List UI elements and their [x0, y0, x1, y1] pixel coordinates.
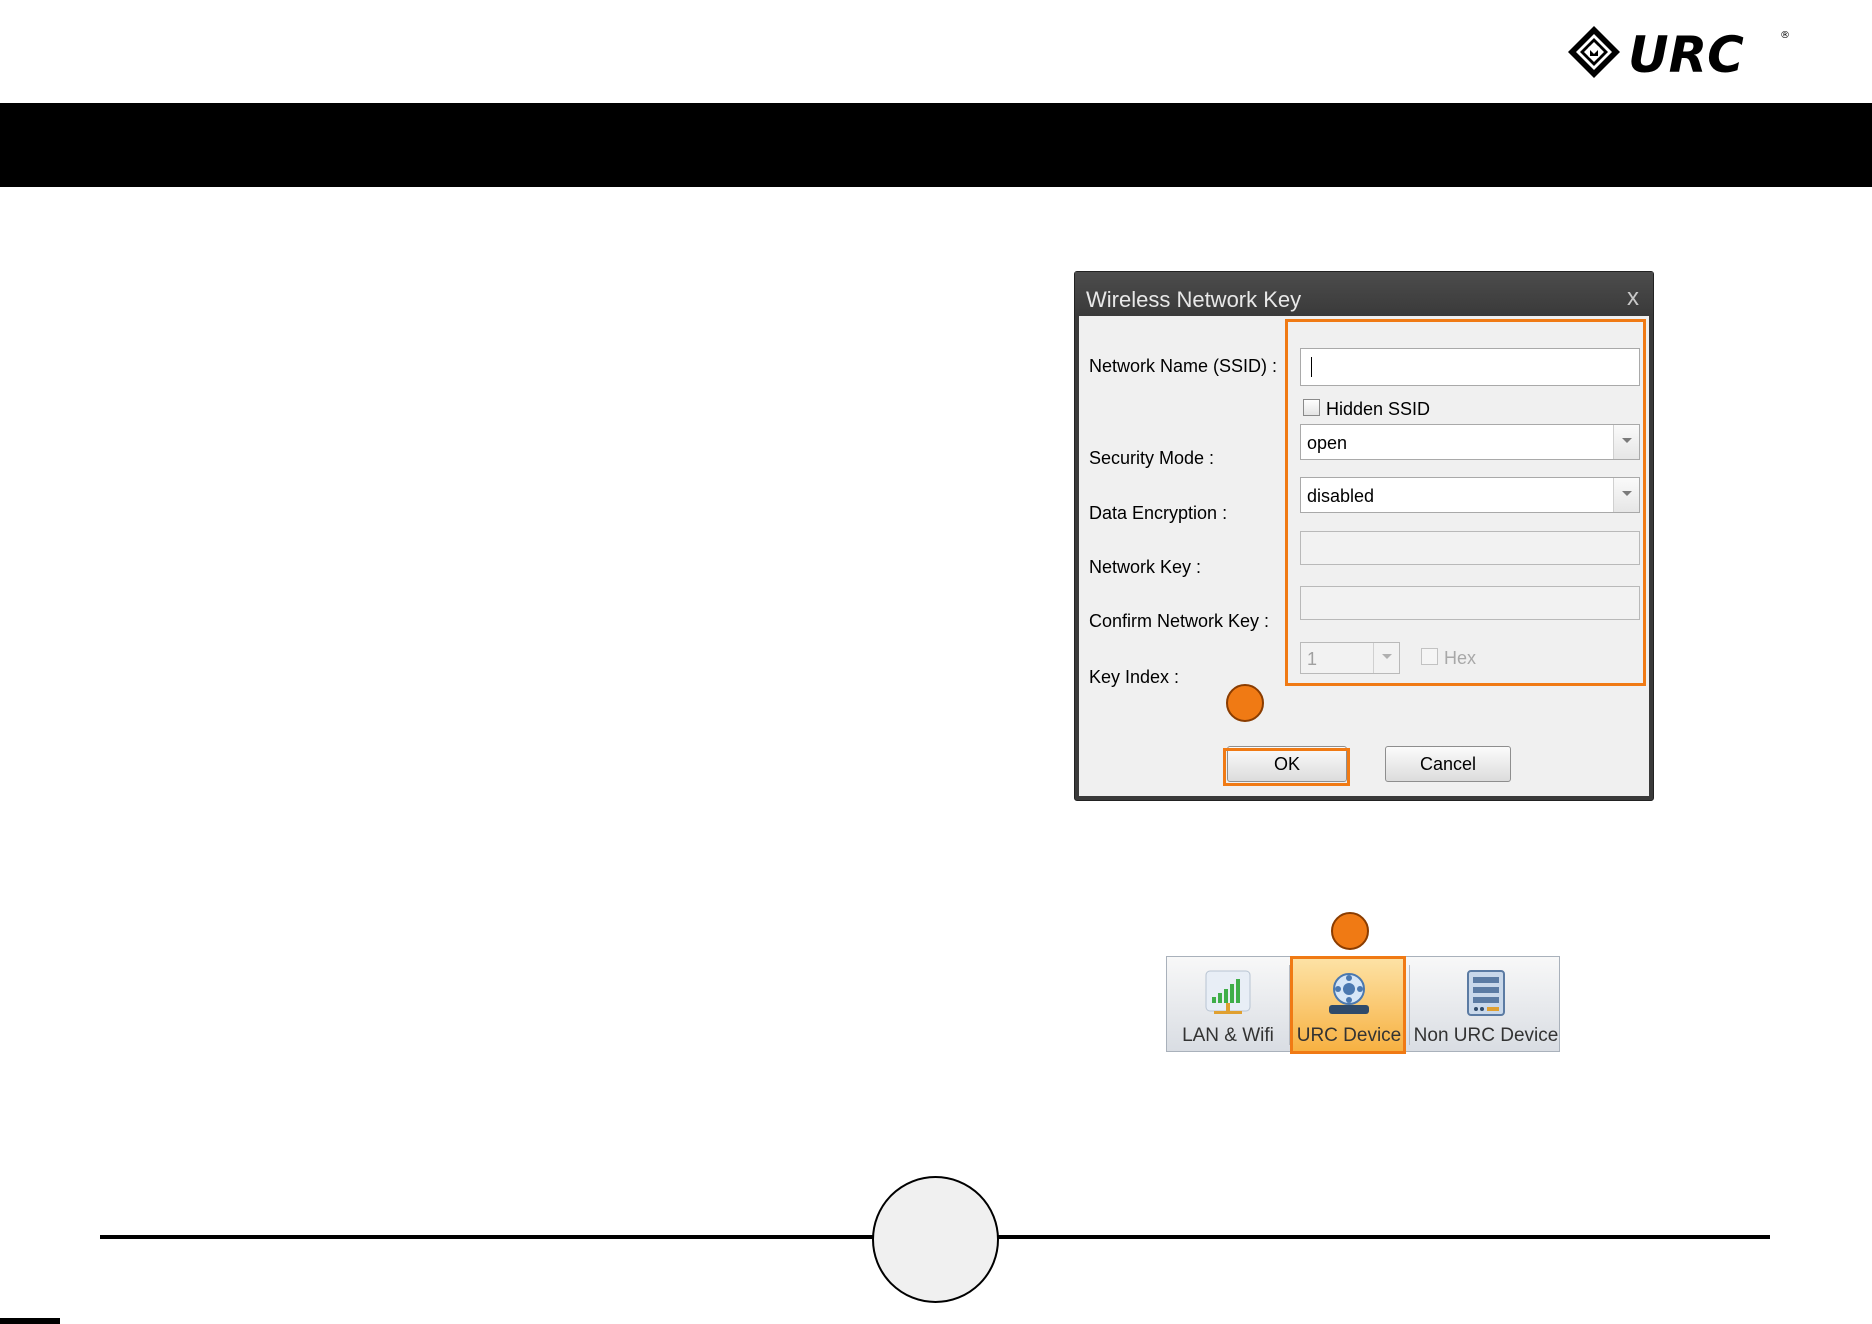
close-icon[interactable]: x [1627, 284, 1639, 312]
toolbar-item-lan-wifi[interactable]: LAN & Wifi [1167, 957, 1289, 1051]
ok-highlight-box [1223, 748, 1350, 786]
urc-device-highlight-box [1290, 956, 1406, 1054]
step-marker [1226, 684, 1264, 722]
confirm-network-key-label: Confirm Network Key : [1089, 611, 1270, 631]
corner-mark [0, 1318, 60, 1324]
step-marker [1331, 912, 1369, 950]
signal-bars-icon [1204, 969, 1252, 1017]
logo-emblem-icon [1568, 26, 1620, 78]
logo-registered-mark: ® [1780, 30, 1790, 41]
dialog-titlebar[interactable]: Wireless Network Key x [1075, 272, 1653, 316]
data-encryption-label: Data Encryption : [1089, 503, 1228, 523]
header-bar [0, 103, 1872, 187]
ssid-label: Network Name (SSID) : [1089, 356, 1278, 376]
cancel-button[interactable]: Cancel [1385, 746, 1511, 782]
security-mode-label: Security Mode : [1089, 448, 1215, 468]
page-number-circle [872, 1176, 999, 1303]
toolbar-item-non-urc-device[interactable]: Non URC Device [1411, 957, 1561, 1051]
fields-highlight-box [1285, 319, 1646, 686]
urc-logo: URC ® [1566, 24, 1796, 84]
dialog-title: Wireless Network Key [1086, 287, 1302, 312]
key-index-label: Key Index : [1089, 667, 1180, 687]
logo-text: URC [1628, 26, 1744, 84]
server-rack-icon [1462, 969, 1510, 1017]
network-key-label: Network Key : [1089, 557, 1202, 577]
